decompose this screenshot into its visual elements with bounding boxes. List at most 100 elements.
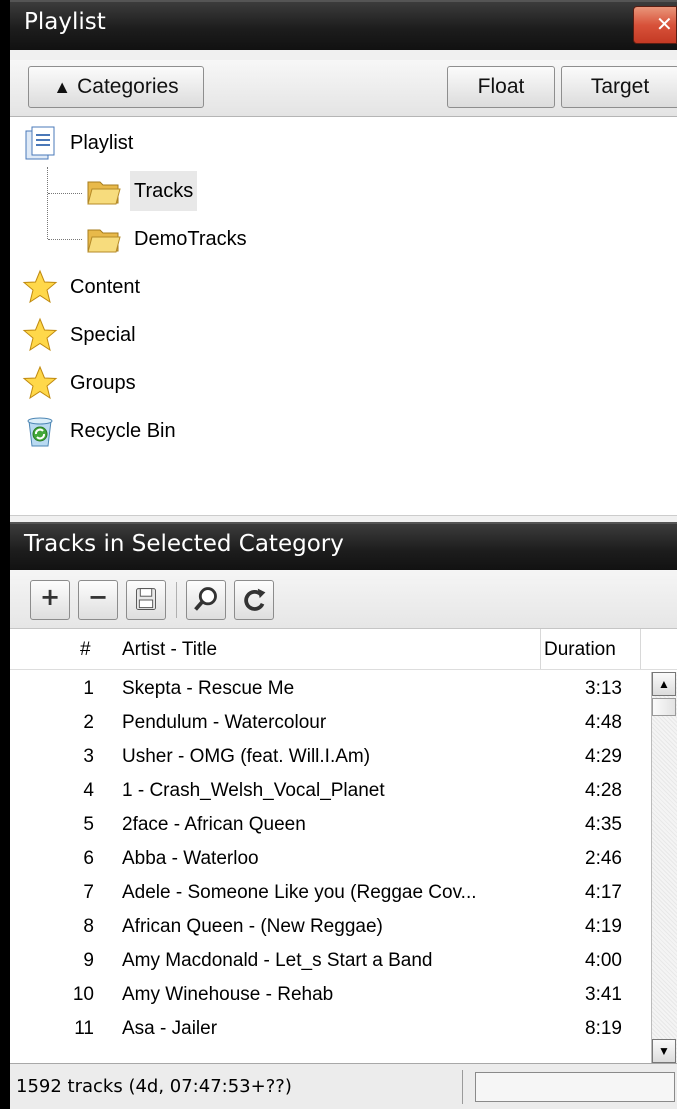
track-duration: 3:13 <box>585 678 622 699</box>
star-icon <box>22 317 58 352</box>
track-title: Skepta - Rescue Me <box>122 678 295 699</box>
column-header-artist-title[interactable]: Artist - Title <box>122 639 217 661</box>
track-duration: 4:35 <box>585 814 622 835</box>
track-number: 9 <box>83 950 94 971</box>
tree-node-label: Tracks <box>130 171 198 211</box>
category-tree: Playlist Tracks DemoTracks Content Speci… <box>10 117 677 516</box>
track-number: 6 <box>83 848 94 869</box>
track-number: 11 <box>74 1018 94 1039</box>
track-duration: 4:17 <box>585 882 622 903</box>
save-button[interactable] <box>126 580 166 620</box>
star-icon <box>22 365 58 400</box>
track-number: 3 <box>83 746 94 767</box>
tree-connector <box>48 193 82 194</box>
add-track-button[interactable]: + <box>30 580 70 620</box>
window-title: Playlist <box>24 9 106 35</box>
track-number: 1 <box>83 678 94 699</box>
playlist-document-icon <box>25 126 55 160</box>
column-separator[interactable] <box>640 629 641 669</box>
track-title: Amy Winehouse - Rehab <box>122 984 334 1005</box>
track-duration: 8:19 <box>585 1018 622 1039</box>
scroll-down-arrow-icon[interactable]: ▼ <box>652 1039 676 1063</box>
track-title: 2face - African Queen <box>122 814 306 835</box>
table-row[interactable]: 6 Abba - Waterloo 2:46 <box>10 842 640 876</box>
categories-label: Categories <box>77 75 179 98</box>
vertical-scrollbar[interactable]: ▲ ▼ <box>651 672 677 1063</box>
close-button[interactable]: ✕ <box>633 6 677 44</box>
folder-open-icon <box>87 229 121 253</box>
tracks-panel-titlebar: Tracks in Selected Category <box>10 522 677 572</box>
recycle-bin-icon <box>27 417 53 447</box>
column-header-duration[interactable]: Duration <box>544 639 616 661</box>
track-title: Usher - OMG (feat. Will.I.Am) <box>122 746 371 767</box>
track-duration: 4:19 <box>585 916 622 937</box>
remove-track-button[interactable]: − <box>78 580 118 620</box>
target-button[interactable]: Target <box>561 66 677 108</box>
column-header-number[interactable]: # <box>80 639 91 661</box>
track-title: 1 - Crash_Welsh_Vocal_Planet <box>122 780 385 801</box>
table-row[interactable]: 2 Pendulum - Watercolour 4:48 <box>10 706 640 740</box>
track-duration: 4:28 <box>585 780 622 801</box>
table-row[interactable]: 10 Amy Winehouse - Rehab 3:41 <box>10 978 640 1012</box>
track-duration: 4:00 <box>585 950 622 971</box>
search-button[interactable] <box>186 580 226 620</box>
track-title: Adele - Someone Like you (Reggae Cov... <box>122 882 477 903</box>
track-duration: 3:41 <box>585 984 622 1005</box>
tree-node-label: Special <box>70 324 136 346</box>
category-toolbar: ▲ Categories Float Target <box>10 60 677 117</box>
tree-node-label: DemoTracks <box>134 228 247 250</box>
track-number: 8 <box>83 916 94 937</box>
column-separator[interactable] <box>540 629 541 669</box>
track-title: Asa - Jailer <box>122 1018 218 1039</box>
track-number: 10 <box>72 984 94 1005</box>
tree-node-label: Recycle Bin <box>70 420 176 442</box>
table-row[interactable]: 1 Skepta - Rescue Me 3:13 <box>10 672 640 706</box>
table-row[interactable]: 3 Usher - OMG (feat. Will.I.Am) 4:29 <box>10 740 640 774</box>
table-row[interactable]: 4 1 - Crash_Welsh_Vocal_Planet 4:28 <box>10 774 640 808</box>
scroll-up-arrow-icon[interactable]: ▲ <box>652 672 676 696</box>
table-row[interactable]: 9 Amy Macdonald - Let_s Start a Band 4:00 <box>10 944 640 978</box>
track-number: 7 <box>83 882 94 903</box>
window-titlebar[interactable]: Playlist ✕ <box>10 0 677 50</box>
tracks-panel-title: Tracks in Selected Category <box>24 531 344 557</box>
tree-node-label: Content <box>70 276 141 298</box>
track-number: 5 <box>83 814 94 835</box>
float-button[interactable]: Float <box>447 66 555 108</box>
playlist-window: Playlist ✕ ▲ Categories Float Target Play… <box>0 0 677 1109</box>
toolbar-separator <box>176 582 177 618</box>
track-title: Abba - Waterloo <box>122 848 259 869</box>
folder-open-icon <box>87 181 121 205</box>
floppy-disk-icon <box>136 588 156 610</box>
track-count-status: 1592 tracks (4d, 07:47:53+??) <box>16 1076 292 1097</box>
track-duration: 2:46 <box>585 848 622 869</box>
track-number: 2 <box>83 712 94 733</box>
plus-icon: + <box>39 583 61 611</box>
refresh-icon <box>244 588 266 611</box>
chevron-up-icon: ▲ <box>53 77 72 97</box>
minus-icon: − <box>87 583 109 611</box>
track-duration: 4:48 <box>585 712 622 733</box>
table-row[interactable]: 11 Asa - Jailer 8:19 <box>10 1012 640 1046</box>
track-list: # Artist - Title Duration 1 Skepta - Resc… <box>10 629 677 1063</box>
refresh-button[interactable] <box>234 580 274 620</box>
table-row[interactable]: 8 African Queen - (New Reggae) 4:19 <box>10 910 640 944</box>
tree-connector <box>48 239 82 240</box>
table-row[interactable]: 7 Adele - Someone Like you (Reggae Cov...… <box>10 876 640 910</box>
tree-node-label: Groups <box>70 372 136 394</box>
track-title: Amy Macdonald - Let_s Start a Band <box>122 950 433 971</box>
scrollbar-thumb[interactable] <box>652 698 676 716</box>
track-duration: 4:29 <box>585 746 622 767</box>
table-row[interactable]: 5 2face - African Queen 4:35 <box>10 808 640 842</box>
track-title: Pendulum - Watercolour <box>122 712 327 733</box>
star-icon <box>22 269 58 304</box>
tree-connector <box>47 167 48 239</box>
track-list-header: # Artist - Title Duration <box>10 629 677 670</box>
track-number: 4 <box>83 780 94 801</box>
status-progress-box <box>475 1072 675 1102</box>
search-icon <box>194 587 217 611</box>
tracks-toolbar: + − <box>10 570 677 629</box>
status-bar: 1592 tracks (4d, 07:47:53+??) <box>10 1063 677 1109</box>
categories-button[interactable]: ▲ Categories <box>28 66 204 108</box>
tree-node-label: Playlist <box>70 132 134 154</box>
close-icon: ✕ <box>656 12 673 36</box>
